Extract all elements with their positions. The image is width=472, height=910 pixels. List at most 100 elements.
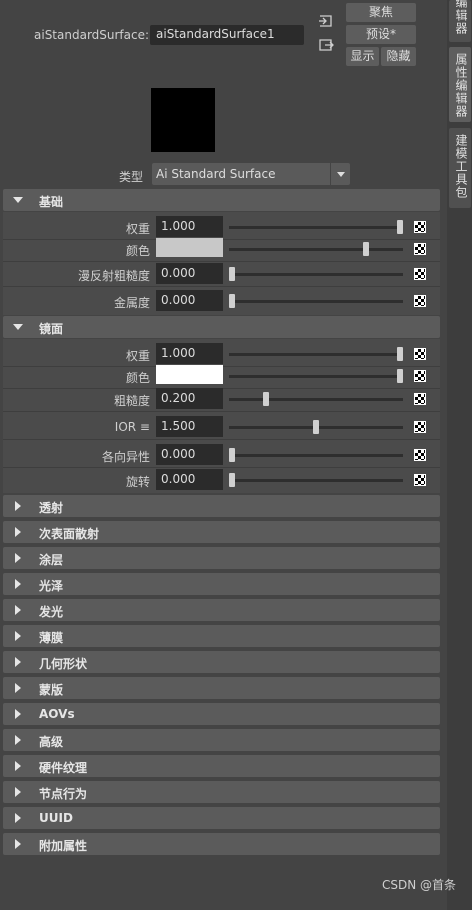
- attribute-row: 旋转 0.000: [3, 468, 440, 493]
- value-field[interactable]: 0.000: [156, 290, 223, 311]
- section-title: 硬件纹理: [39, 761, 88, 775]
- slider-track[interactable]: [229, 353, 403, 356]
- slider-handle[interactable]: [397, 220, 403, 234]
- slider-handle[interactable]: [229, 294, 235, 308]
- section-collapsed[interactable]: 光泽: [3, 573, 440, 595]
- attribute-label: 各向异性: [101, 450, 150, 464]
- node-name-field[interactable]: aiStandardSurface1: [150, 25, 304, 45]
- section-collapsed[interactable]: 蒙版: [3, 677, 440, 699]
- tab-modeling-toolkit[interactable]: 建模工具包: [449, 128, 471, 208]
- presets-button[interactable]: 预设*: [346, 25, 416, 44]
- select-input-icon[interactable]: [318, 14, 334, 28]
- collapse-arrow-icon: [15, 787, 21, 797]
- slider-track[interactable]: [229, 454, 403, 457]
- attribute-label: 权重: [125, 222, 150, 236]
- section-specular[interactable]: 镜面: [3, 316, 440, 338]
- expand-arrow-icon: [13, 197, 23, 203]
- attribute-label: 金属度: [113, 296, 150, 310]
- section-title: UUID: [39, 811, 73, 825]
- value-field[interactable]: 0.000: [156, 263, 223, 284]
- attribute-label: 旋转: [125, 475, 150, 489]
- slider-handle[interactable]: [397, 347, 403, 361]
- value-field[interactable]: 0.200: [156, 388, 223, 409]
- slider-track[interactable]: [229, 226, 403, 229]
- slider-handle[interactable]: [229, 448, 235, 462]
- attribute-row: 金属度 0.000: [3, 289, 440, 314]
- type-label: 类型: [119, 170, 144, 184]
- map-texture-icon[interactable]: [414, 268, 426, 280]
- map-texture-icon[interactable]: [414, 221, 426, 233]
- slider-track[interactable]: [229, 375, 403, 378]
- attribute-row: 各向异性 0.000: [3, 443, 440, 468]
- section-collapsed[interactable]: 高级: [3, 729, 440, 751]
- section-collapsed[interactable]: 几何形状: [3, 651, 440, 673]
- chevron-down-icon[interactable]: [330, 163, 350, 185]
- select-output-icon[interactable]: [318, 38, 334, 52]
- collapse-arrow-icon: [15, 527, 21, 537]
- section-collapsed[interactable]: 涂层: [3, 547, 440, 569]
- section-collapsed[interactable]: 透射: [3, 495, 440, 517]
- map-texture-icon[interactable]: [414, 243, 426, 255]
- section-collapsed[interactable]: 次表面散射: [3, 521, 440, 543]
- node-type-label: aiStandardSurface:: [34, 28, 150, 42]
- slider-track[interactable]: [229, 300, 403, 303]
- slider-handle[interactable]: [229, 473, 235, 487]
- color-swatch[interactable]: [156, 238, 223, 257]
- attribute-label: 漫反射粗糙度: [77, 269, 150, 283]
- type-value: Ai Standard Surface: [156, 167, 276, 181]
- collapse-arrow-icon: [15, 501, 21, 511]
- map-texture-icon[interactable]: [414, 449, 426, 461]
- value-field[interactable]: 1.000: [156, 216, 223, 237]
- collapse-arrow-icon: [15, 605, 21, 615]
- hide-button[interactable]: 隐藏: [381, 47, 416, 66]
- section-collapsed[interactable]: 薄膜: [3, 625, 440, 647]
- map-texture-icon[interactable]: [414, 393, 426, 405]
- section-collapsed[interactable]: 节点行为: [3, 781, 440, 803]
- color-swatch[interactable]: [156, 365, 223, 384]
- value-field[interactable]: 0.000: [156, 469, 223, 490]
- slider-handle[interactable]: [313, 420, 319, 434]
- slider-handle[interactable]: [262, 392, 269, 406]
- slider-handle[interactable]: [363, 242, 370, 256]
- focus-button[interactable]: 聚焦: [346, 3, 416, 22]
- section-collapsed[interactable]: UUID: [3, 807, 440, 829]
- value-field[interactable]: 1.000: [156, 343, 223, 364]
- section-collapsed[interactable]: 硬件纹理: [3, 755, 440, 777]
- material-swatch[interactable]: [151, 88, 215, 152]
- map-texture-icon[interactable]: [414, 474, 426, 486]
- attribute-label: 权重: [125, 349, 150, 363]
- attribute-label: IOR ≡: [114, 420, 150, 434]
- value-field[interactable]: 0.000: [156, 444, 223, 465]
- attribute-row: 颜色: [3, 237, 440, 262]
- attribute-row: 粗糙度 0.200: [3, 387, 440, 412]
- map-texture-icon[interactable]: [414, 370, 426, 382]
- map-texture-icon[interactable]: [414, 348, 426, 360]
- collapse-arrow-icon: [15, 735, 21, 745]
- tab-editor[interactable]: 编辑器: [449, 0, 471, 42]
- show-button[interactable]: 显示: [346, 47, 379, 66]
- section-base[interactable]: 基础: [3, 189, 440, 211]
- collapse-arrow-icon: [15, 631, 21, 641]
- slider-track[interactable]: [229, 248, 403, 251]
- map-texture-icon[interactable]: [414, 421, 426, 433]
- section-collapsed[interactable]: AOVs: [3, 703, 440, 725]
- attribute-label: 颜色: [125, 244, 150, 258]
- section-collapsed[interactable]: 发光: [3, 599, 440, 621]
- value-field[interactable]: 1.500: [156, 416, 223, 437]
- section-title: 次表面散射: [39, 527, 100, 541]
- watermark: CSDN @首条: [381, 878, 456, 892]
- slider-track[interactable]: [229, 273, 403, 276]
- map-texture-icon[interactable]: [414, 295, 426, 307]
- attribute-label: 颜色: [125, 371, 150, 385]
- type-dropdown[interactable]: Ai Standard Surface: [152, 163, 350, 185]
- tab-attribute-editor[interactable]: 属性编辑器: [449, 47, 471, 122]
- slider-track[interactable]: [229, 398, 403, 401]
- section-title: 基础: [39, 195, 64, 209]
- side-tab-bar: 编辑器 属性编辑器 建模工具包: [447, 0, 472, 910]
- section-collapsed[interactable]: 附加属性: [3, 833, 440, 855]
- section-title: AOVs: [39, 707, 75, 721]
- slider-track[interactable]: [229, 479, 403, 482]
- section-title: 薄膜: [39, 631, 64, 645]
- slider-handle[interactable]: [229, 267, 235, 281]
- slider-handle[interactable]: [397, 369, 403, 383]
